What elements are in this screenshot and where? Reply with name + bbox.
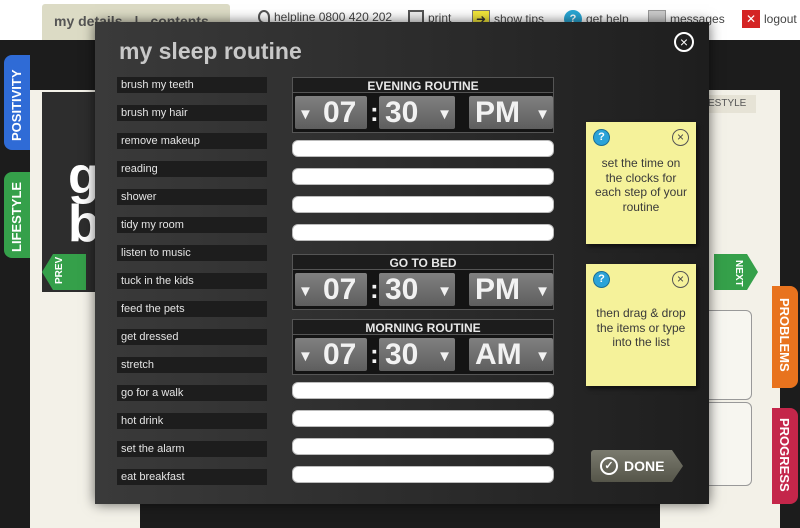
routine-item[interactable]: go for a walk [117, 385, 267, 401]
close-icon[interactable]: × [672, 129, 689, 146]
clock-label: GO TO BED [292, 254, 554, 270]
done-button[interactable]: ✓ DONE [591, 450, 683, 482]
hour-value: 07 [323, 96, 357, 129]
done-label: DONE [624, 458, 665, 474]
logout-icon: ✕ [742, 10, 760, 28]
routine-item[interactable]: tidy my room [117, 217, 267, 233]
routine-item[interactable]: stretch [117, 357, 267, 373]
routine-slot[interactable] [292, 410, 554, 427]
morning-routine-clock: MORNING ROUTINE ▼ 07 : 30 ▼ AM ▼ [292, 319, 554, 375]
minute-select[interactable]: 30 ▼ [379, 273, 455, 306]
routine-item[interactable]: get dressed [117, 329, 267, 345]
down-arrow-icon: ▼ [298, 283, 313, 300]
down-arrow-icon: ▼ [437, 348, 452, 365]
hour-value: 07 [323, 273, 357, 306]
routine-item[interactable]: listen to music [117, 245, 267, 261]
tip-note: ? × then drag & drop the items or type i… [586, 264, 696, 386]
minute-value: 30 [385, 96, 419, 129]
tab-progress[interactable]: PROGRESS [772, 408, 798, 504]
ampm-value: AM [475, 338, 522, 371]
routine-slot[interactable] [292, 224, 554, 241]
sketch-illustration [702, 402, 752, 486]
help-icon: ? [593, 271, 610, 288]
ampm-select[interactable]: PM ▼ [469, 96, 553, 129]
down-arrow-icon: ▼ [298, 348, 313, 365]
hour-select[interactable]: ▼ 07 [295, 338, 367, 371]
tab-problems[interactable]: PROBLEMS [772, 286, 798, 388]
routine-item[interactable]: brush my teeth [117, 77, 267, 93]
down-arrow-icon: ▼ [535, 106, 550, 123]
routine-item[interactable]: shower [117, 189, 267, 205]
tab-progress-label: PROGRESS [777, 418, 792, 492]
tip-text: set the time on the clocks for each step… [594, 156, 688, 214]
clock-row: ▼ 07 : 30 ▼ AM ▼ [292, 335, 554, 375]
routine-slot[interactable] [292, 438, 554, 455]
down-arrow-icon: ▼ [535, 348, 550, 365]
hour-value: 07 [323, 338, 357, 371]
prev-label: PREV [54, 256, 65, 284]
clock-label: MORNING ROUTINE [292, 319, 554, 335]
tab-lifestyle[interactable]: LIFESTYLE [4, 172, 30, 258]
ampm-select[interactable]: PM ▼ [469, 273, 553, 306]
routine-item[interactable]: brush my hair [117, 105, 267, 121]
tab-problems-label: PROBLEMS [777, 298, 792, 372]
minute-select[interactable]: 30 ▼ [379, 338, 455, 371]
close-icon[interactable]: × [672, 271, 689, 288]
ampm-value: PM [475, 96, 520, 129]
dialog-title: my sleep routine [119, 38, 302, 64]
go-to-bed-clock: GO TO BED ▼ 07 : 30 ▼ PM ▼ [292, 254, 554, 310]
down-arrow-icon: ▼ [535, 283, 550, 300]
ampm-value: PM [475, 273, 520, 306]
down-arrow-icon: ▼ [437, 106, 452, 123]
minute-value: 30 [385, 273, 419, 306]
routine-item[interactable]: remove makeup [117, 133, 267, 149]
minute-value: 30 [385, 338, 419, 371]
next-label: NEXT [733, 260, 744, 287]
time-colon: : [370, 339, 379, 369]
page-section-header: ESTYLE [706, 95, 756, 113]
sketch-illustration [702, 310, 752, 400]
sleep-routine-dialog: my sleep routine × brush my teeth brush … [95, 22, 709, 504]
routine-item-list: brush my teeth brush my hair remove make… [117, 77, 267, 497]
hour-select[interactable]: ▼ 07 [295, 96, 367, 129]
clock-row: ▼ 07 : 30 ▼ PM ▼ [292, 270, 554, 310]
routine-item[interactable]: feed the pets [117, 301, 267, 317]
time-colon: : [370, 97, 379, 127]
routine-item[interactable]: reading [117, 161, 267, 177]
tab-lifestyle-label: LIFESTYLE [9, 181, 24, 252]
routine-item[interactable]: eat breakfast [117, 469, 267, 485]
evening-routine-clock: EVENING ROUTINE ▼ 07 : 30 ▼ PM ▼ [292, 77, 554, 133]
logout-label: logout [764, 12, 797, 26]
routine-slot[interactable] [292, 168, 554, 185]
hour-select[interactable]: ▼ 07 [295, 273, 367, 306]
tab-positivity-label: POSITIVITY [9, 69, 24, 141]
down-arrow-icon: ▼ [437, 283, 452, 300]
routine-item[interactable]: set the alarm [117, 441, 267, 457]
tip-note: ? × set the time on the clocks for each … [586, 122, 696, 244]
logout-link[interactable]: ✕ logout [742, 10, 797, 28]
clock-label: EVENING ROUTINE [292, 77, 554, 93]
routine-item[interactable]: tuck in the kids [117, 273, 267, 289]
routine-slot[interactable] [292, 140, 554, 157]
routine-slot[interactable] [292, 466, 554, 483]
routine-item[interactable]: hot drink [117, 413, 267, 429]
check-icon: ✓ [600, 457, 618, 475]
close-icon[interactable]: × [674, 32, 694, 52]
help-icon: ? [593, 129, 610, 146]
tip-text: then drag & drop the items or type into … [596, 306, 686, 349]
ampm-select[interactable]: AM ▼ [469, 338, 553, 371]
clock-row: ▼ 07 : 30 ▼ PM ▼ [292, 93, 554, 133]
time-colon: : [370, 274, 379, 304]
down-arrow-icon: ▼ [298, 106, 313, 123]
minute-select[interactable]: 30 ▼ [379, 96, 455, 129]
tab-positivity[interactable]: POSITIVITY [4, 55, 30, 150]
routine-slot[interactable] [292, 382, 554, 399]
routine-slot[interactable] [292, 196, 554, 213]
